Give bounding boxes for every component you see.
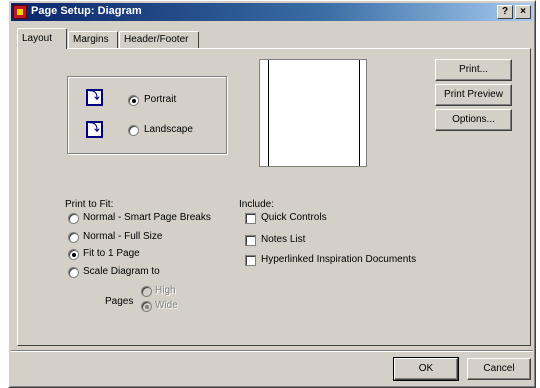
fit-to-one-page-label: Fit to 1 Page: [83, 248, 140, 259]
print-button[interactable]: Print...: [435, 59, 512, 81]
portrait-icon: ⤵: [86, 89, 103, 106]
hyperlinked-docs-checkbox[interactable]: [245, 255, 256, 266]
close-button[interactable]: ×: [515, 5, 531, 19]
tab-header-footer[interactable]: Header/Footer: [119, 31, 199, 49]
include-heading: Include:: [239, 199, 275, 210]
footer-separator: [11, 350, 533, 352]
landscape-icon: ⤵: [86, 121, 103, 138]
full-size-radio[interactable]: [68, 232, 79, 243]
pages-high-label: High: [155, 285, 176, 296]
print-to-fit-heading: Print to Fit:: [65, 199, 114, 210]
app-icon: [13, 5, 27, 19]
portrait-radio[interactable]: [128, 95, 139, 106]
fit-to-one-page-radio[interactable]: [68, 249, 79, 260]
pages-label: Pages: [105, 296, 134, 307]
landscape-radio[interactable]: [128, 125, 139, 136]
notes-list-label: Notes List: [261, 234, 306, 245]
portrait-label: Portrait: [144, 94, 177, 105]
page-setup-dialog: Page Setup: Diagram ? × Layout Margins H…: [8, 0, 536, 388]
cancel-button[interactable]: Cancel: [467, 358, 531, 380]
notes-list-checkbox[interactable]: [245, 235, 256, 246]
landscape-label: Landscape: [144, 124, 193, 135]
options-button[interactable]: Options...: [435, 109, 512, 131]
tab-layout[interactable]: Layout: [17, 28, 67, 49]
pages-wide-radio[interactable]: [141, 301, 152, 312]
quick-controls-checkbox[interactable]: [245, 213, 256, 224]
smart-page-breaks-label: Normal - Smart Page Breaks: [83, 212, 211, 223]
hyperlinked-docs-label: Hyperlinked Inspiration Documents: [261, 254, 417, 265]
smart-page-breaks-radio[interactable]: [68, 213, 79, 224]
full-size-label: Normal - Full Size: [83, 231, 163, 242]
scale-diagram-label: Scale Diagram to: [83, 266, 160, 277]
quick-controls-label: Quick Controls: [261, 212, 327, 223]
pages-wide-label: Wide: [155, 300, 178, 311]
orientation-group: ⤵ Portrait ⤵ Landscape: [67, 76, 227, 154]
title-bar[interactable]: Page Setup: Diagram ? ×: [11, 3, 533, 21]
pages-high-radio[interactable]: [141, 286, 152, 297]
tab-margins[interactable]: Margins: [68, 31, 118, 49]
print-preview-button[interactable]: Print Preview: [435, 84, 512, 106]
preview-page: [268, 60, 360, 166]
scale-diagram-radio[interactable]: [68, 267, 79, 278]
ok-button[interactable]: OK: [393, 357, 459, 381]
help-button[interactable]: ?: [497, 5, 513, 19]
page-preview: [259, 59, 367, 167]
window-title: Page Setup: Diagram: [31, 5, 142, 17]
